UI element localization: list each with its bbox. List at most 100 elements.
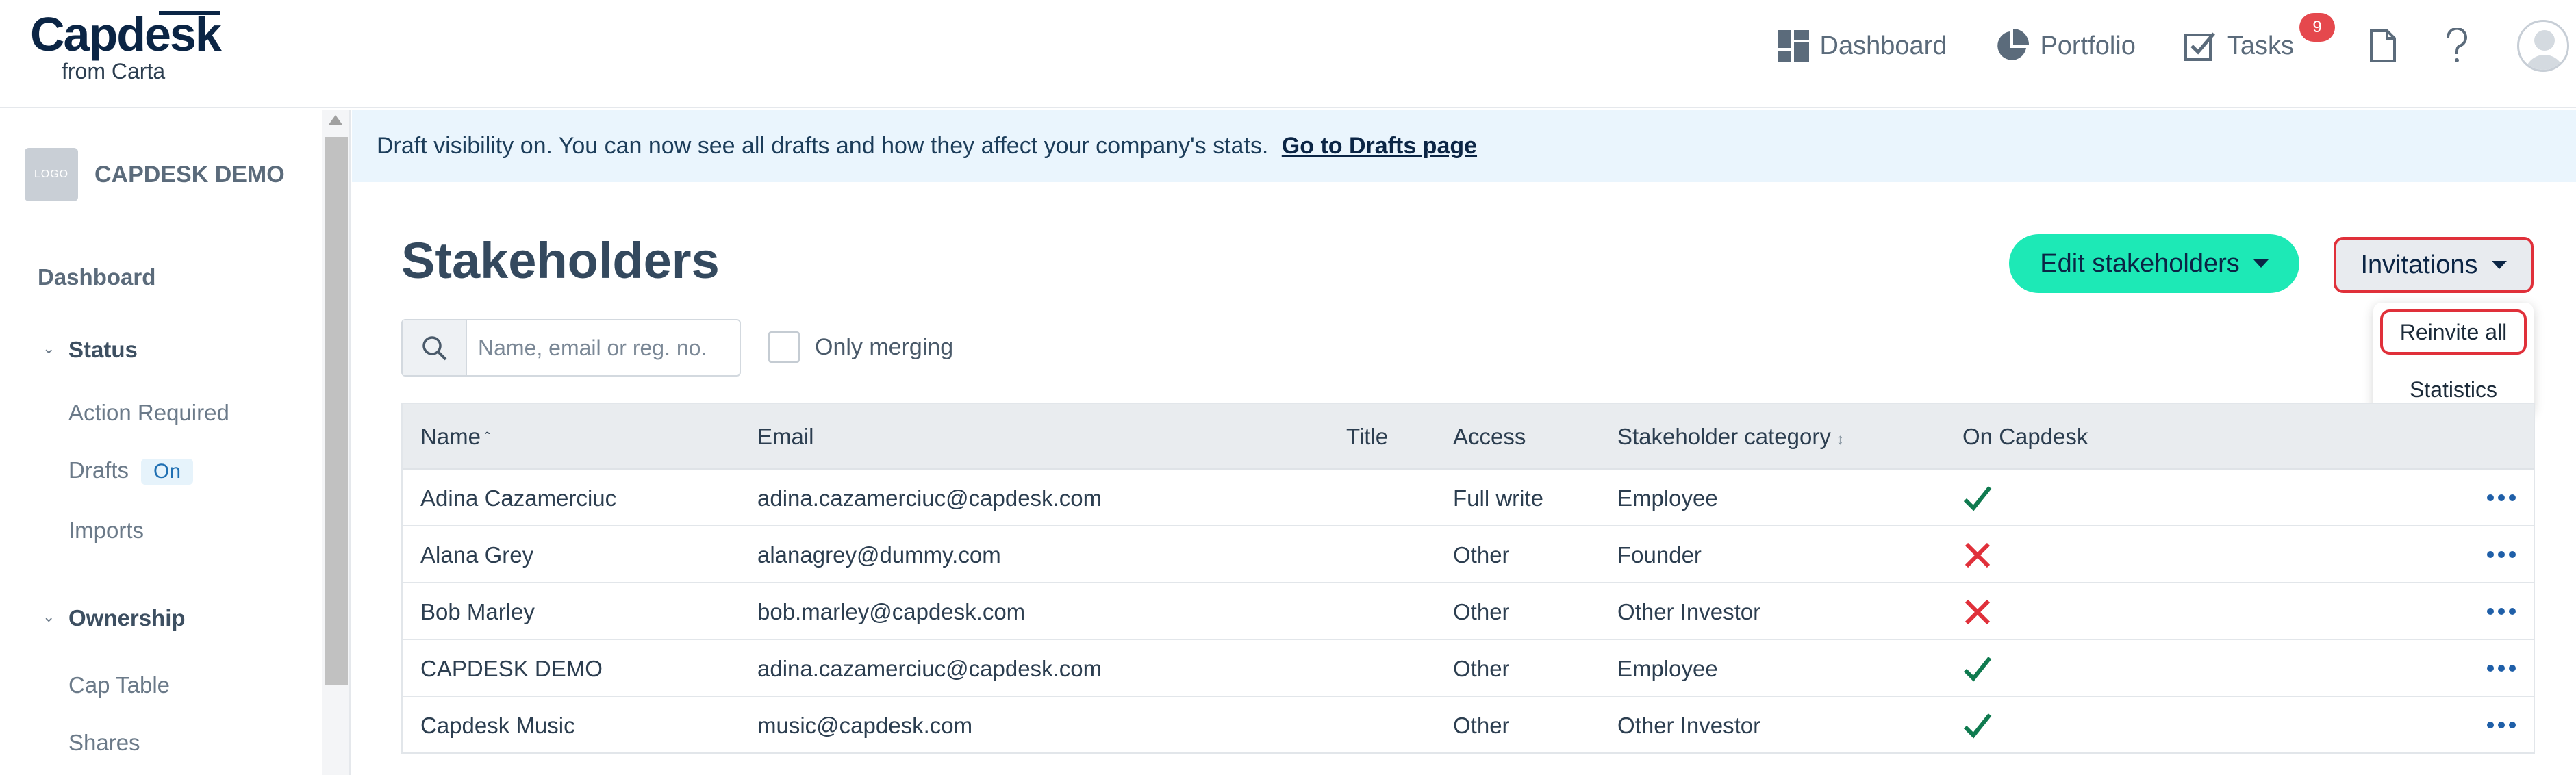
cell-category: Founder [1617, 542, 1702, 568]
document-icon [2370, 29, 2396, 62]
nav-tasks[interactable]: Tasks 9 [2184, 13, 2335, 62]
chevron-down-icon[interactable]: ⌄ [42, 608, 55, 626]
table-row[interactable]: Alana Grey alanagrey@dummy.com Other Founde… [403, 526, 2534, 583]
pie-chart-icon [1997, 29, 2030, 60]
invitations-label: Invitations [2360, 250, 2478, 279]
nav-tasks-label: Tasks [2227, 31, 2294, 60]
search-input[interactable] [467, 320, 738, 375]
cell-category: Other Investor [1617, 599, 1761, 624]
cell-email: alanagrey@dummy.com [757, 542, 1001, 568]
tasks-badge: 9 [2299, 13, 2335, 42]
documents-button[interactable] [2369, 29, 2397, 63]
table-row[interactable]: Capdesk Music music@capdesk.com Other Other… [403, 697, 2534, 754]
nav-portfolio[interactable]: Portfolio [1995, 29, 2136, 63]
nav-portfolio-label: Portfolio [2040, 31, 2136, 60]
caret-down-icon [2253, 259, 2269, 268]
dashboard-icon [1777, 30, 1809, 62]
banner-text: Draft visibility on. You can now see all… [377, 133, 1269, 159]
search-icon [422, 336, 447, 361]
more-options-icon[interactable] [2487, 608, 2520, 615]
table-body: Adina Cazamerciuc adina.cazamerciuc@capde… [403, 470, 2534, 754]
column-header-access: Access [1453, 424, 1526, 449]
sidebar-item-drafts-label: Drafts [68, 457, 129, 483]
chevron-down-icon[interactable]: ⌄ [42, 340, 55, 357]
column-header-email: Email [757, 424, 814, 449]
page-title: Stakeholders [401, 232, 720, 289]
user-avatar[interactable] [2517, 20, 2569, 72]
only-merging-filter[interactable]: Only merging [768, 331, 953, 363]
drafts-status-badge: On [141, 459, 194, 485]
caret-down-icon [2491, 261, 2507, 269]
nav-dashboard[interactable]: Dashboard [1777, 30, 1947, 62]
more-options-icon[interactable] [2487, 551, 2520, 558]
column-header-on-capdesk: On Capdesk [1962, 424, 2088, 449]
company-logo: LOGO [25, 148, 78, 201]
top-header: Capdesk from Carta Dashboard Portfolio T… [0, 0, 2576, 108]
table-row[interactable]: Adina Cazamerciuc adina.cazamerciuc@capde… [403, 470, 2534, 526]
drafts-banner: Draft visibility on. You can now see all… [352, 110, 2576, 182]
edit-stakeholders-label: Edit stakeholders [2040, 249, 2240, 278]
cell-name: CAPDESK DEMO [420, 656, 603, 681]
invitations-dropdown: Reinvite all Statistics [2373, 303, 2534, 414]
search-box [401, 319, 741, 377]
cell-access: Other [1453, 656, 1510, 681]
sort-ascending-icon: ˆ [485, 429, 490, 447]
more-options-icon[interactable] [2487, 722, 2520, 728]
only-merging-label: Only merging [815, 333, 954, 360]
help-icon [2446, 28, 2467, 62]
sidebar-item-drafts[interactable]: Drafts On [68, 457, 194, 485]
cross-icon [1965, 599, 1991, 625]
invitations-button[interactable]: Invitations [2334, 237, 2534, 293]
sidebar-scroll-thumb[interactable] [325, 137, 348, 685]
cell-email: adina.cazamerciuc@capdesk.com [757, 485, 1102, 511]
company-name: CAPDESK DEMO [94, 161, 285, 188]
cell-category: Employee [1617, 485, 1718, 511]
cell-access: Other [1453, 599, 1510, 624]
search-button[interactable] [403, 320, 467, 375]
sidebar-item-action-required[interactable]: Action Required [68, 400, 229, 426]
sidebar-item-cap-table[interactable]: Cap Table [68, 672, 170, 698]
sort-icon: ↕ [1836, 431, 1844, 448]
nav-dashboard-label: Dashboard [1819, 31, 1947, 60]
more-options-icon[interactable] [2487, 665, 2520, 672]
check-icon [1963, 486, 1992, 511]
cell-access: Full write [1453, 485, 1544, 511]
stakeholders-table: Name ˆ Email Title Access Stakeholder cat… [401, 403, 2535, 754]
cross-icon [1965, 542, 1991, 568]
statistics-option[interactable]: Statistics [2373, 372, 2534, 407]
column-header-category[interactable]: Stakeholder category ↕ [1617, 404, 1844, 472]
cell-name: Capdesk Music [420, 713, 575, 738]
help-button[interactable] [2445, 28, 2469, 64]
cell-access: Other [1453, 713, 1510, 738]
cell-name: Bob Marley [420, 599, 535, 624]
company-switcher[interactable]: LOGO CAPDESK DEMO [25, 148, 285, 201]
go-to-drafts-link[interactable]: Go to Drafts page [1282, 133, 1477, 159]
cell-category: Other Investor [1617, 713, 1761, 738]
brand-name: Capdesk [30, 8, 222, 61]
cell-name: Adina Cazamerciuc [420, 485, 617, 511]
sidebar-section-ownership[interactable]: Ownership [68, 605, 186, 631]
cell-name: Alana Grey [420, 542, 534, 568]
cell-email: music@capdesk.com [757, 713, 973, 738]
capdesk-logo[interactable]: Capdesk from Carta [30, 5, 222, 84]
sidebar-item-dashboard[interactable]: Dashboard [38, 264, 155, 290]
top-nav: Dashboard Portfolio Tasks 9 [1777, 0, 2576, 92]
reinvite-all-option[interactable]: Reinvite all [2380, 309, 2527, 355]
more-options-icon[interactable] [2487, 494, 2520, 501]
table-row[interactable]: CAPDESK DEMO adina.cazamerciuc@capdesk.co… [403, 640, 2534, 697]
column-header-title: Title [1346, 424, 1389, 449]
checkbox-icon [2184, 32, 2215, 61]
sidebar-section-status[interactable]: Status [68, 337, 138, 363]
sidebar: LOGO CAPDESK DEMO Dashboard ⌄ Status Act… [0, 110, 351, 775]
edit-stakeholders-button[interactable]: Edit stakeholders [2009, 234, 2299, 293]
table-row[interactable]: Bob Marley bob.marley@capdesk.com Other Oth… [403, 583, 2534, 640]
cell-email: bob.marley@capdesk.com [757, 599, 1026, 624]
column-header-name[interactable]: Name ˆ [420, 404, 490, 471]
cell-email: adina.cazamerciuc@capdesk.com [757, 656, 1102, 681]
cell-access: Other [1453, 542, 1510, 568]
sidebar-item-shares[interactable]: Shares [68, 730, 140, 756]
sidebar-item-imports[interactable]: Imports [68, 518, 144, 544]
check-icon [1963, 657, 1992, 682]
only-merging-checkbox[interactable] [768, 331, 800, 363]
scroll-up-arrow-icon[interactable] [329, 115, 342, 125]
